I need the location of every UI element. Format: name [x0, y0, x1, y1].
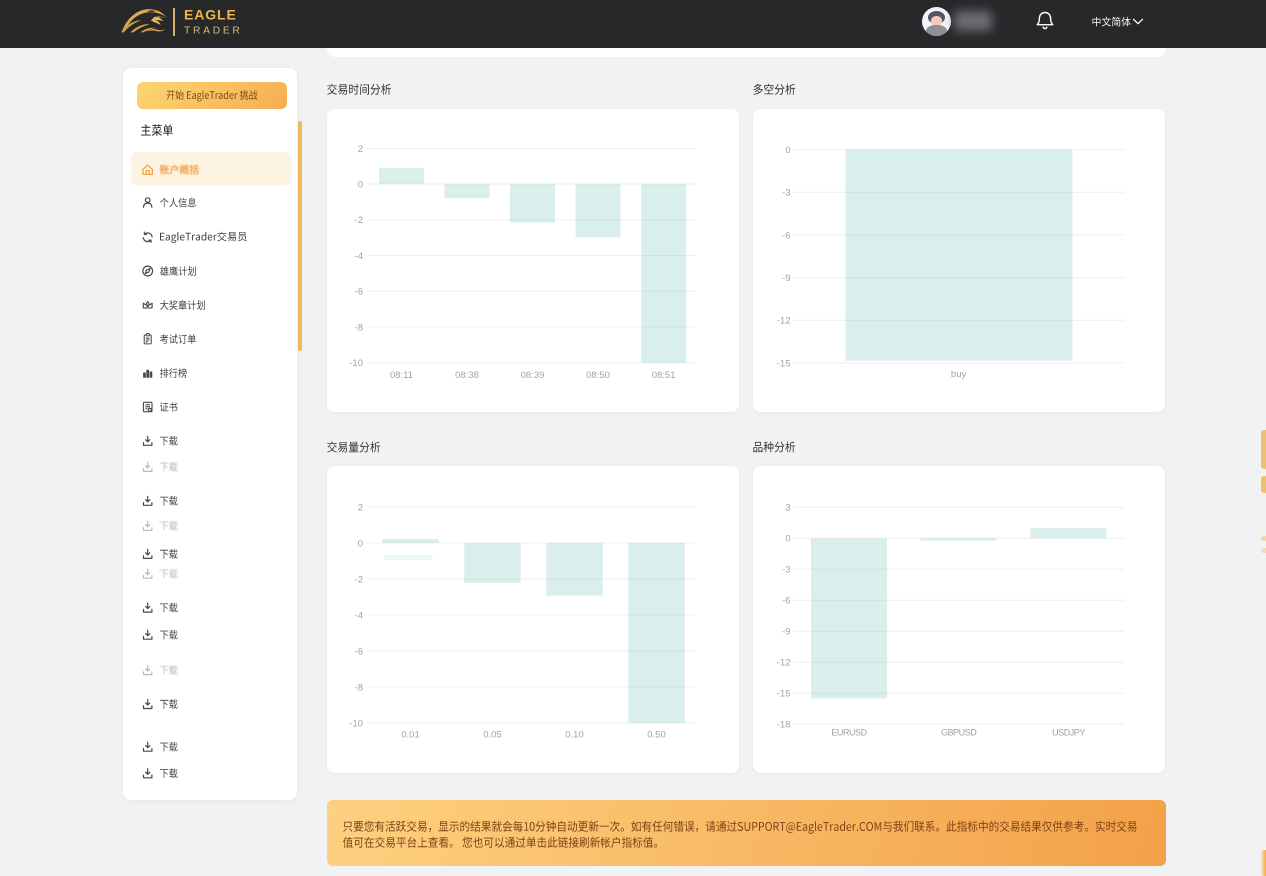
svg-text:-3: -3	[782, 565, 790, 576]
svg-text:08:38: 08:38	[455, 370, 479, 381]
svg-text:-12: -12	[777, 316, 791, 327]
svg-text:-15: -15	[777, 358, 791, 369]
svg-text:0.10: 0.10	[565, 729, 584, 740]
svg-text:-9: -9	[782, 627, 790, 638]
svg-text:EURUSD: EURUSD	[831, 728, 867, 738]
svg-text:EAGLE: EAGLE	[184, 7, 237, 23]
svg-text:08:39: 08:39	[521, 370, 545, 381]
svg-text:-6: -6	[355, 646, 363, 657]
svg-text:buy: buy	[951, 369, 967, 380]
svg-text:08:50: 08:50	[586, 370, 610, 381]
svg-text:-12: -12	[777, 658, 791, 669]
svg-text:-6: -6	[355, 287, 363, 298]
svg-text:0: 0	[785, 145, 790, 156]
svg-text:-2: -2	[355, 215, 363, 226]
svg-text:GBPUSD: GBPUSD	[941, 728, 977, 738]
svg-text:-10: -10	[349, 358, 363, 369]
svg-text:2: 2	[358, 502, 363, 513]
svg-text:-8: -8	[355, 682, 363, 693]
svg-text:-6: -6	[782, 230, 790, 241]
svg-text:TRADER: TRADER	[184, 26, 243, 37]
svg-text:-10: -10	[349, 718, 363, 729]
svg-text:USDJPY: USDJPY	[1052, 728, 1085, 738]
svg-text:0: 0	[358, 179, 363, 190]
svg-text:-9: -9	[782, 273, 790, 284]
svg-text:08:11: 08:11	[390, 370, 413, 381]
svg-text:08:51: 08:51	[652, 370, 676, 381]
svg-text:-3: -3	[782, 188, 790, 199]
svg-text:-8: -8	[355, 322, 363, 333]
svg-text:-4: -4	[355, 610, 363, 621]
svg-text:0.50: 0.50	[647, 729, 666, 740]
svg-text:0: 0	[785, 534, 790, 545]
svg-text:0.01: 0.01	[401, 729, 420, 740]
svg-text:2: 2	[358, 144, 363, 155]
svg-text:-6: -6	[782, 596, 790, 607]
svg-text:-2: -2	[355, 574, 363, 585]
svg-text:3: 3	[785, 503, 790, 514]
svg-text:0.05: 0.05	[483, 729, 502, 740]
svg-text:-15: -15	[777, 689, 791, 700]
svg-text:0: 0	[358, 538, 363, 549]
svg-text:-4: -4	[355, 251, 363, 262]
svg-text:-18: -18	[777, 720, 791, 731]
